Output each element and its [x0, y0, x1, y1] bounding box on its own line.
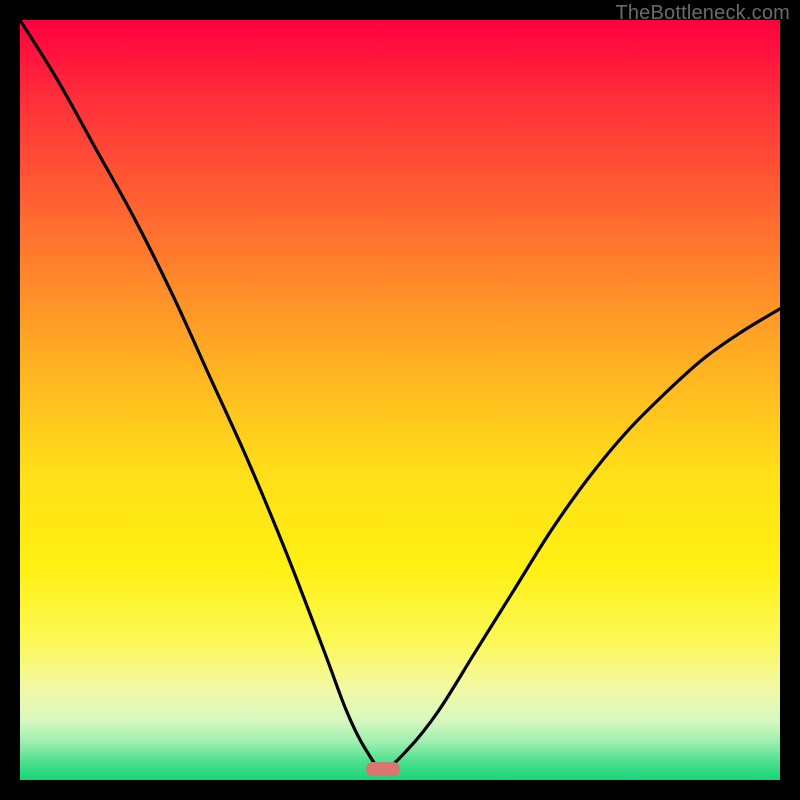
- optimal-marker: [366, 762, 400, 776]
- plot-area: [20, 20, 780, 780]
- bottleneck-curve: [20, 20, 780, 780]
- watermark-text: TheBottleneck.com: [615, 2, 790, 25]
- chart-frame: TheBottleneck.com: [0, 0, 800, 800]
